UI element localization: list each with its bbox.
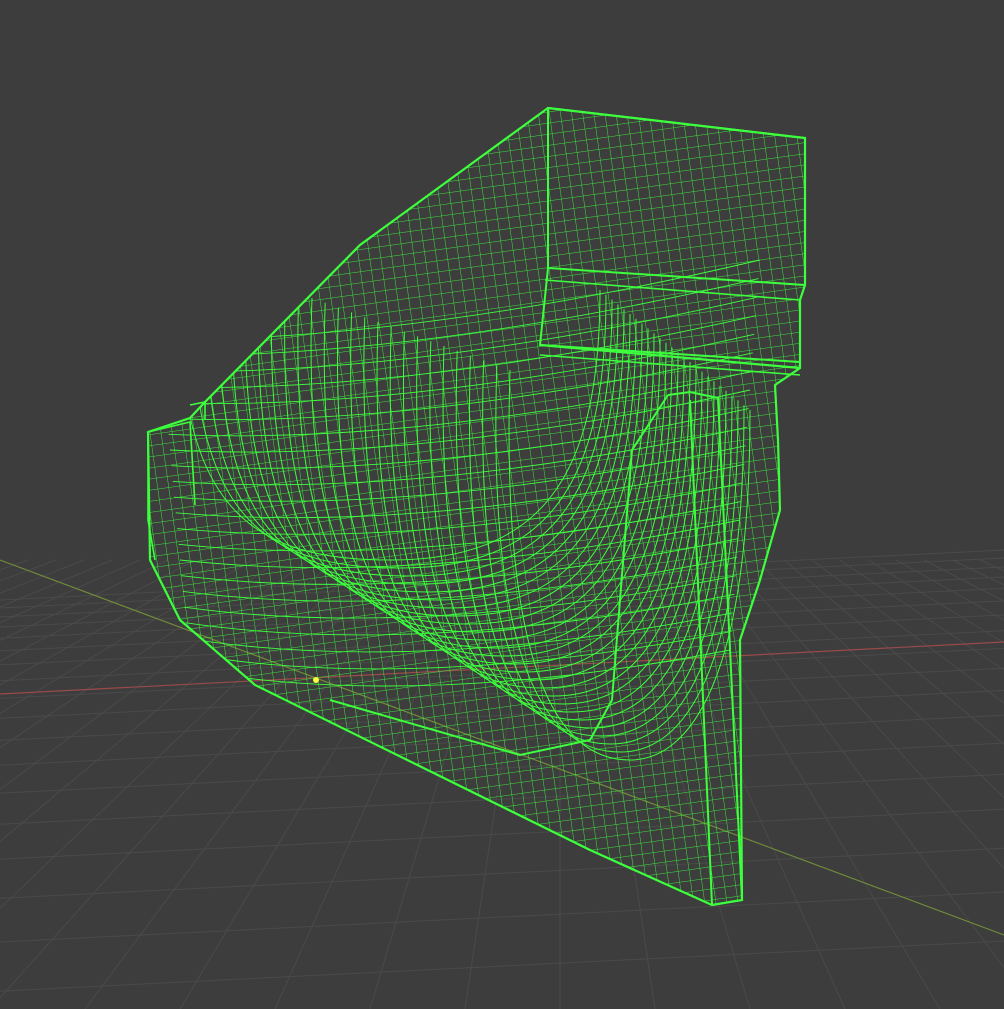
selected-vertex[interactable]	[313, 677, 319, 683]
3d-viewport[interactable]	[0, 0, 1004, 1009]
viewport-canvas[interactable]	[0, 0, 1004, 1009]
